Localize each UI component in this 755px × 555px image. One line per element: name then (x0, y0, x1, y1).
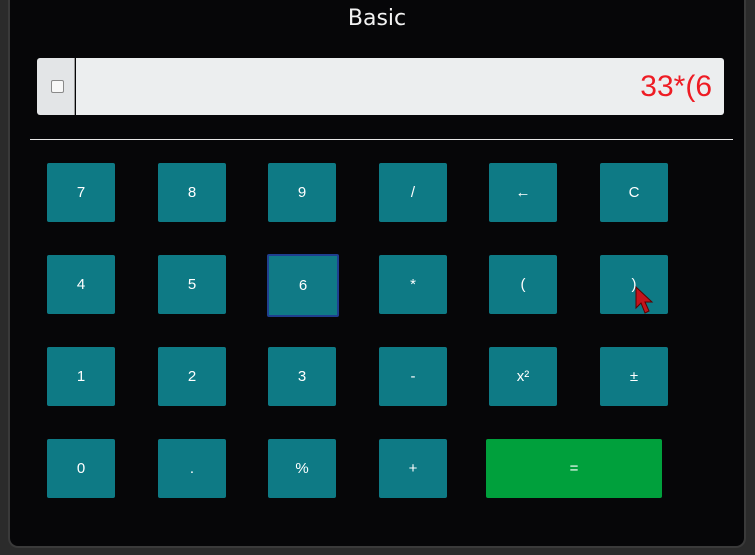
key-2[interactable]: 2 (158, 347, 226, 406)
key-divide[interactable]: / (379, 163, 447, 222)
key-1[interactable]: 1 (47, 347, 115, 406)
key-right-paren[interactable]: ) (600, 255, 668, 314)
key-3[interactable]: 3 (268, 347, 336, 406)
key-7[interactable]: 7 (47, 163, 115, 222)
mouse-pointer-icon (635, 286, 654, 314)
expression-display[interactable]: 33*(6 (76, 58, 724, 115)
key-dot[interactable]: . (158, 439, 226, 498)
window-title: Basic (347, 6, 407, 31)
key-square[interactable]: x² (489, 347, 557, 406)
key-8[interactable]: 8 (158, 163, 226, 222)
key-9[interactable]: 9 (268, 163, 336, 222)
calculator-window: Basic 33*(6 7 8 9 / ← C 4 5 6 * ( ) 1 2 … (8, 0, 746, 548)
key-6[interactable]: 6 (267, 254, 339, 317)
key-plus-minus[interactable]: ± (600, 347, 668, 406)
key-4[interactable]: 4 (47, 255, 115, 314)
key-left-paren[interactable]: ( (489, 255, 557, 314)
checkbox-cell (37, 58, 75, 115)
display-row: 33*(6 (37, 58, 724, 115)
key-clear[interactable]: C (600, 163, 668, 222)
key-minus[interactable]: - (379, 347, 447, 406)
key-multiply[interactable]: * (379, 255, 447, 314)
display-checkbox[interactable] (51, 80, 64, 93)
key-plus[interactable]: + (379, 439, 447, 498)
key-0[interactable]: 0 (47, 439, 115, 498)
key-backspace[interactable]: ← (489, 163, 557, 222)
key-percent[interactable]: % (268, 439, 336, 498)
divider (30, 139, 733, 140)
key-5[interactable]: 5 (158, 255, 226, 314)
key-equals[interactable]: = (486, 439, 662, 498)
